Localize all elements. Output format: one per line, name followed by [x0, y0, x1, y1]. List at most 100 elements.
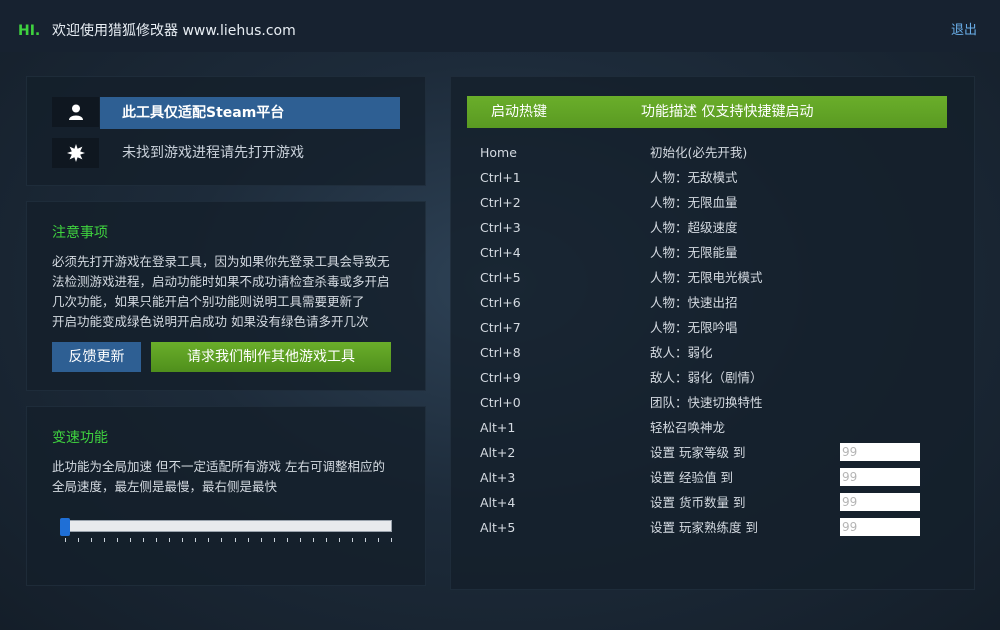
hotkey-description: 设置 经验值 到	[650, 470, 733, 485]
slider-tick	[130, 538, 131, 542]
platform-banner: 此工具仅适配Steam平台	[100, 97, 400, 129]
notice-panel: 注意事项 必须先打开游戏在登录工具，因为如果你先登录工具会导致无 法检测游戏进程…	[26, 201, 426, 391]
column-description: 功能描述 仅支持快捷键启动	[641, 104, 814, 120]
gear-icon	[52, 138, 99, 168]
hotkey-row[interactable]: Ctrl+2 人物：无限血量	[451, 191, 976, 216]
hotkey-description: 人物：无敌模式	[650, 170, 738, 185]
hotkey-description: 人物：无限血量	[650, 195, 738, 210]
hotkey-row[interactable]: Ctrl+9 敌人：弱化（剧情）	[451, 366, 976, 391]
hotkey-key: Alt+1	[480, 420, 516, 435]
slider-tick	[78, 538, 79, 542]
hotkey-key: Ctrl+2	[480, 195, 521, 210]
slider-tick	[391, 538, 392, 542]
notice-line: 法检测游戏进程，启动功能时如果不成功请检查杀毒或多开启	[52, 274, 390, 289]
slider-tick	[65, 538, 66, 542]
speed-line: 全局速度，最左侧是最慢，最右侧是最快	[52, 479, 278, 494]
feedback-button[interactable]: 反馈更新	[52, 342, 141, 372]
hotkey-description: 人物：快速出招	[650, 295, 738, 310]
hotkey-key: Ctrl+0	[480, 395, 521, 410]
hotkey-row[interactable]: Ctrl+4 人物：无限能量	[451, 241, 976, 266]
slider-tick	[339, 538, 340, 542]
slider-tick	[365, 538, 366, 542]
speed-slider-ticks	[65, 538, 392, 544]
hotkey-description: 敌人：弱化（剧情）	[650, 370, 763, 385]
hotkey-description: 敌人：弱化	[650, 345, 713, 360]
hotkey-description: 人物：无限电光模式	[650, 270, 763, 285]
slider-tick	[104, 538, 105, 542]
hotkey-row[interactable]: Alt+4 设置 货币数量 到	[451, 491, 976, 516]
title-bar: HI. 欢迎使用猎狐修改器 www.liehus.com 退出	[0, 0, 1000, 52]
speed-line: 此功能为全局加速 但不一定适配所有游戏 左右可调整相应的	[52, 459, 385, 474]
hotkeys-panel: 启动热键 功能描述 仅支持快捷键启动 Home 初始化(必先开我) Ctrl+1 人物…	[450, 76, 975, 590]
hotkey-row[interactable]: Ctrl+5 人物：无限电光模式	[451, 266, 976, 291]
slider-tick	[169, 538, 170, 542]
hotkey-description: 人物：无限能量	[650, 245, 738, 260]
slider-tick	[274, 538, 275, 542]
slider-tick	[91, 538, 92, 542]
speed-panel: 变速功能 此功能为全局加速 但不一定适配所有游戏 左右可调整相应的 全局速度，最…	[26, 406, 426, 586]
greeting: HI.	[18, 23, 41, 39]
hotkey-value-input[interactable]	[840, 493, 920, 511]
hotkey-row[interactable]: Alt+1 轻松召唤神龙	[451, 416, 976, 441]
slider-tick	[261, 538, 262, 542]
welcome-text: 欢迎使用猎狐修改器 www.liehus.com	[52, 23, 296, 39]
hotkey-value-input[interactable]	[840, 443, 920, 461]
slider-tick	[143, 538, 144, 542]
slider-tick	[352, 538, 353, 542]
slider-tick	[208, 538, 209, 542]
hotkey-description: 初始化(必先开我)	[650, 145, 748, 160]
notice-line: 必须先打开游戏在登录工具，因为如果你先登录工具会导致无	[52, 254, 390, 269]
hotkey-row[interactable]: Ctrl+6 人物：快速出招	[451, 291, 976, 316]
hotkey-row[interactable]: Ctrl+1 人物：无敌模式	[451, 166, 976, 191]
speed-slider-track[interactable]	[65, 520, 392, 532]
hotkey-key: Alt+4	[480, 495, 516, 510]
speed-title: 变速功能	[52, 430, 108, 446]
slider-tick	[287, 538, 288, 542]
hotkey-key: Ctrl+7	[480, 320, 521, 335]
hotkey-value-input[interactable]	[840, 518, 920, 536]
slider-tick	[248, 538, 249, 542]
hotkey-row[interactable]: Alt+3 设置 经验值 到	[451, 466, 976, 491]
slider-tick	[300, 538, 301, 542]
hotkey-key: Home	[480, 145, 517, 160]
hotkey-key: Ctrl+5	[480, 270, 521, 285]
hotkey-key: Alt+2	[480, 445, 516, 460]
notice-line: 开启功能变成绿色说明开启成功 如果没有绿色请多开几次	[52, 314, 369, 329]
column-hotkey: 启动热键	[491, 104, 547, 120]
slider-tick	[378, 538, 379, 542]
hotkey-key: Ctrl+6	[480, 295, 521, 310]
speed-slider-handle[interactable]	[60, 518, 70, 536]
hotkey-key: Ctrl+3	[480, 220, 521, 235]
hotkey-value-input[interactable]	[840, 468, 920, 486]
hotkey-key: Ctrl+8	[480, 345, 521, 360]
slider-tick	[117, 538, 118, 542]
process-status: 未找到游戏进程请先打开游戏	[122, 145, 304, 161]
notice-line: 几次功能，如果只能开启个别功能则说明工具需要更新了	[52, 294, 365, 309]
hotkey-description: 设置 玩家熟练度 到	[650, 520, 758, 535]
hotkey-row[interactable]: Home 初始化(必先开我)	[451, 141, 976, 166]
hotkey-key: Ctrl+1	[480, 170, 521, 185]
hotkeys-header: 启动热键 功能描述 仅支持快捷键启动	[467, 96, 947, 128]
hotkey-row[interactable]: Ctrl+7 人物：无限吟唱	[451, 316, 976, 341]
hotkey-description: 人物：超级速度	[650, 220, 738, 235]
hotkey-row[interactable]: Ctrl+0 团队：快速切换特性	[451, 391, 976, 416]
logout-link[interactable]: 退出	[951, 22, 977, 40]
hotkey-key: Alt+5	[480, 520, 516, 535]
slider-tick	[156, 538, 157, 542]
hotkey-key: Alt+3	[480, 470, 516, 485]
slider-tick	[313, 538, 314, 542]
hotkey-row[interactable]: Ctrl+3 人物：超级速度	[451, 216, 976, 241]
hotkey-description: 设置 玩家等级 到	[650, 445, 746, 460]
hotkey-description: 团队：快速切换特性	[650, 395, 763, 410]
request-tool-button[interactable]: 请求我们制作其他游戏工具	[151, 342, 391, 372]
slider-tick	[235, 538, 236, 542]
hotkey-row[interactable]: Alt+2 设置 玩家等级 到	[451, 441, 976, 466]
hotkey-row[interactable]: Ctrl+8 敌人：弱化	[451, 341, 976, 366]
slider-tick	[326, 538, 327, 542]
hotkey-row[interactable]: Alt+5 设置 玩家熟练度 到	[451, 516, 976, 541]
hotkey-description: 轻松召唤神龙	[650, 420, 726, 435]
slider-tick	[221, 538, 222, 542]
platform-panel: 此工具仅适配Steam平台 未找到游戏进程请先打开游戏	[26, 76, 426, 186]
slider-tick	[182, 538, 183, 542]
hotkey-key: Ctrl+4	[480, 245, 521, 260]
